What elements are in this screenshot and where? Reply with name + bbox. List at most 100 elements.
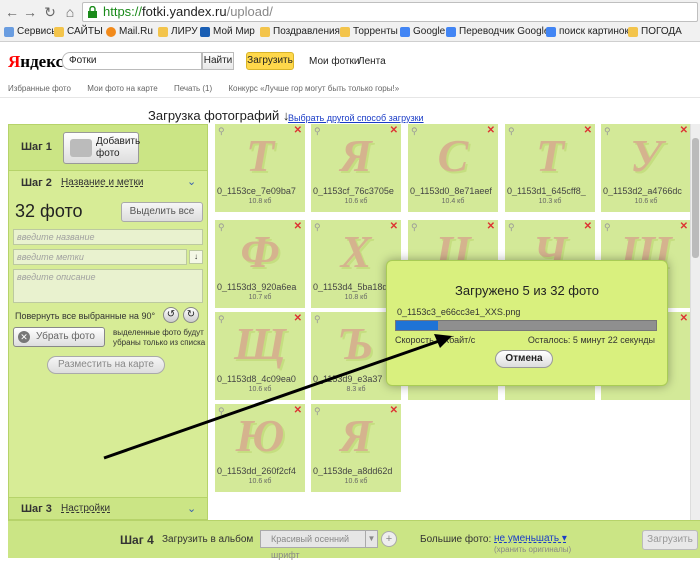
bookmark-greetings[interactable]: Поздравления <box>260 25 340 39</box>
pin-icon[interactable]: ⚲ <box>218 126 225 137</box>
tags-dropdown-icon[interactable]: ↓ <box>189 250 203 264</box>
pin-icon[interactable]: ⚲ <box>218 222 225 233</box>
chevron-down-icon[interactable]: ⌄ <box>187 502 196 515</box>
photo-tile[interactable]: ⚲ ✕ Т 0_1153d1_645cff8_ 10.3 кб <box>505 124 595 212</box>
photo-tile[interactable]: ⚲ ✕ С 0_1153d0_8e71aeef 10.4 кб <box>408 124 498 212</box>
close-icon[interactable]: ✕ <box>680 221 688 232</box>
select-all-button[interactable]: Выделить все <box>121 202 203 222</box>
bookmark-weather[interactable]: ПОГОДА <box>628 25 682 39</box>
close-icon[interactable]: ✕ <box>487 125 495 136</box>
pin-icon[interactable]: ⚲ <box>314 314 321 325</box>
close-icon[interactable]: ✕ <box>680 125 688 136</box>
subnav-favorites[interactable]: Избранные фото <box>8 84 71 93</box>
bookmark-sites[interactable]: САЙТЫ <box>54 25 103 39</box>
my-photos-link[interactable]: Мои фотки <box>309 56 359 67</box>
bookmark-image-search[interactable]: поиск картинок <box>546 25 629 39</box>
bookmark-google[interactable]: Google <box>400 25 445 39</box>
pin-icon[interactable]: ⚲ <box>411 222 418 233</box>
subnav-print[interactable]: Печать (1) <box>174 84 212 93</box>
close-icon[interactable]: ✕ <box>584 221 592 232</box>
add-album-icon[interactable]: + <box>381 531 397 547</box>
name-field[interactable]: введите название <box>13 229 203 245</box>
search-input[interactable]: Фотки <box>62 52 202 70</box>
add-photo-button[interactable]: Добавить фото <box>63 132 140 164</box>
bookmark-services[interactable]: Сервисы <box>4 25 58 39</box>
pin-icon[interactable]: ⚲ <box>314 126 321 137</box>
photo-tile[interactable]: ⚲ ✕ У 0_1153d2_a4766dc 10.6 кб <box>601 124 691 212</box>
back-icon[interactable]: ← <box>4 4 20 20</box>
photo-tile[interactable]: ⚲ ✕ Ю 0_1153dd_260f2cf4 10.6 кб <box>215 404 305 492</box>
bookmark-torrents[interactable]: Торренты <box>340 25 398 39</box>
photo-thumbnail[interactable]: Ф <box>227 226 293 278</box>
step3-header[interactable]: Шаг 3 Настройки ⌄ <box>9 497 207 519</box>
pin-icon[interactable]: ⚲ <box>411 126 418 137</box>
scrollbar-thumb[interactable] <box>692 138 699 258</box>
forward-icon[interactable]: → <box>22 4 38 20</box>
close-icon[interactable]: ✕ <box>487 221 495 232</box>
photo-filename: 0_1153d2_a4766dc <box>603 186 682 196</box>
alt-method-link[interactable]: Выбрать другой способ загрузки <box>288 113 424 123</box>
remove-photo-button[interactable]: ✕ Убрать фото <box>13 327 105 347</box>
home-icon[interactable]: ⌂ <box>62 4 78 20</box>
close-icon[interactable]: ✕ <box>294 313 302 324</box>
photo-tile[interactable]: ⚲ ✕ Т 0_1153ce_7e09ba7 10.8 кб <box>215 124 305 212</box>
pin-icon[interactable]: ⚲ <box>604 126 611 137</box>
current-file-name: 0_1153c3_e66cc3e1_XXS.png <box>397 307 521 317</box>
step2-title[interactable]: Название и метки <box>61 177 143 188</box>
close-icon[interactable]: ✕ <box>390 405 398 416</box>
bookmark-translate[interactable]: Переводчик Google <box>446 25 549 39</box>
pin-icon[interactable]: ⚲ <box>508 126 515 137</box>
step3-title[interactable]: Настройки <box>61 503 110 514</box>
scrollbar[interactable] <box>690 124 700 520</box>
photo-tile[interactable]: ⚲ ✕ Я 0_1153cf_76c3705e 10.6 кб <box>311 124 401 212</box>
tags-field[interactable]: введите метки <box>13 249 187 265</box>
bookmark-moimir[interactable]: Мой Мир <box>200 25 255 39</box>
close-icon[interactable]: ✕ <box>390 221 398 232</box>
cancel-button[interactable]: Отмена <box>495 350 553 368</box>
photo-thumbnail[interactable]: У <box>613 130 679 182</box>
upload-top-button[interactable]: Загрузить <box>246 52 294 70</box>
close-icon[interactable]: ✕ <box>294 405 302 416</box>
chevron-down-icon[interactable]: ⌄ <box>187 175 196 188</box>
pin-icon[interactable]: ⚲ <box>218 314 225 325</box>
subnav-contest[interactable]: Конкурс «Лучше гор могут быть только гор… <box>228 84 399 93</box>
photo-thumbnail[interactable]: Т <box>517 130 583 182</box>
pin-icon[interactable]: ⚲ <box>508 222 515 233</box>
pin-icon[interactable]: ⚲ <box>314 222 321 233</box>
photo-thumbnail[interactable]: Я <box>323 410 389 462</box>
yandex-logo[interactable]: Яндекс <box>8 52 63 72</box>
place-on-map-button[interactable]: Разместить на карте <box>47 356 165 374</box>
subnav-map[interactable]: Мои фото на карте <box>87 84 158 93</box>
photo-thumbnail[interactable]: Ъ <box>323 318 389 370</box>
rotate-right-icon[interactable]: ↻ <box>183 307 199 323</box>
big-photos-select[interactable]: не уменьшать ▾ <box>494 533 567 544</box>
pin-icon[interactable]: ⚲ <box>314 406 321 417</box>
pin-icon[interactable]: ⚲ <box>604 222 611 233</box>
pin-icon[interactable]: ⚲ <box>218 406 225 417</box>
feed-link[interactable]: Лента <box>358 56 386 67</box>
photo-thumbnail[interactable]: Х <box>323 226 389 278</box>
photo-thumbnail[interactable]: Ю <box>227 410 293 462</box>
close-icon[interactable]: ✕ <box>584 125 592 136</box>
photo-tile[interactable]: ⚲ ✕ Щ 0_1153d8_4c09ea0 10.6 кб <box>215 312 305 400</box>
bookmark-mailru[interactable]: Mail.Ru <box>106 25 153 39</box>
upload-button[interactable]: Загрузить <box>642 530 698 550</box>
photo-thumbnail[interactable]: Я <box>323 130 389 182</box>
search-button[interactable]: Найти <box>202 52 234 70</box>
close-icon[interactable]: ✕ <box>294 221 302 232</box>
reload-icon[interactable]: ↻ <box>42 4 58 20</box>
photo-tile[interactable]: ⚲ ✕ Ф 0_1153d3_920a6ea 10.7 кб <box>215 220 305 308</box>
photo-tile[interactable]: ⚲ ✕ Я 0_1153de_a8dd62d 10.6 кб <box>311 404 401 492</box>
bookmark-liru[interactable]: ЛИРУ <box>158 25 198 39</box>
description-field[interactable]: введите описание <box>13 269 203 303</box>
photo-thumbnail[interactable]: С <box>420 130 486 182</box>
photo-thumbnail[interactable]: Т <box>227 130 293 182</box>
close-icon[interactable]: ✕ <box>294 125 302 136</box>
close-icon[interactable]: ✕ <box>680 313 688 324</box>
album-select[interactable]: Красивый осенний шрифт ▼ <box>260 530 378 560</box>
address-bar[interactable]: https://fotki.yandex.ru/upload/ <box>82 2 698 22</box>
photo-thumbnail[interactable]: Щ <box>227 318 293 370</box>
photo-filename: 0_1153d3_920a6ea <box>217 282 297 292</box>
rotate-left-icon[interactable]: ↺ <box>163 307 179 323</box>
close-icon[interactable]: ✕ <box>390 125 398 136</box>
